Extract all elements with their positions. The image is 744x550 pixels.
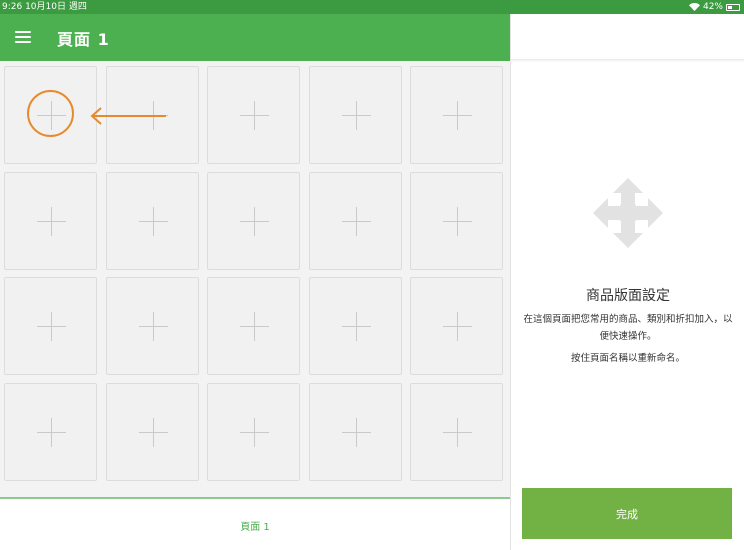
plus-icon-v <box>51 418 52 447</box>
status-bar: 9:26 10月10日 週四 42% <box>0 0 744 14</box>
empty-slot-add-button[interactable] <box>207 66 300 164</box>
menu-icon[interactable] <box>15 31 31 43</box>
empty-slot-add-button[interactable] <box>106 277 199 375</box>
done-button[interactable]: 完成 <box>522 488 732 539</box>
plus-icon-v <box>51 312 52 341</box>
empty-slot-add-button[interactable] <box>410 383 503 481</box>
page-tabs-bar: 頁面 1 <box>0 499 510 550</box>
panel-title: 商品版面設定 <box>586 288 670 304</box>
plus-icon-v <box>153 418 154 447</box>
empty-slot-add-button[interactable] <box>4 277 97 375</box>
plus-icon-v <box>254 207 255 236</box>
empty-slot-add-button[interactable] <box>410 66 503 164</box>
empty-slot-add-button[interactable] <box>207 172 300 270</box>
empty-slot-add-button[interactable] <box>410 277 503 375</box>
plus-icon-v <box>254 312 255 341</box>
plus-icon-v <box>51 207 52 236</box>
panel-header-divider <box>511 59 744 62</box>
wifi-icon <box>688 3 700 11</box>
page-tab-1[interactable]: 頁面 1 <box>215 518 295 533</box>
empty-slot-add-button[interactable] <box>4 383 97 481</box>
empty-slot-add-button[interactable] <box>207 277 300 375</box>
plus-icon-v <box>457 207 458 236</box>
empty-slot-add-button[interactable] <box>106 172 199 270</box>
plus-icon-v <box>457 101 458 130</box>
page-title: 頁面 1 <box>57 30 110 49</box>
plus-icon-v <box>153 101 154 130</box>
empty-slot-add-button[interactable] <box>309 383 402 481</box>
empty-slot-add-button[interactable] <box>410 172 503 270</box>
plus-icon-v <box>356 418 357 447</box>
plus-icon-v <box>457 418 458 447</box>
empty-slot-add-button[interactable] <box>207 383 300 481</box>
empty-slot-add-button[interactable] <box>309 172 402 270</box>
empty-slot-add-button[interactable] <box>106 66 199 164</box>
panel-description: 在這個頁面把您常用的商品、類別和折扣加入，以便快速操作。 <box>523 314 733 342</box>
plus-icon-v <box>254 101 255 130</box>
empty-slot-add-button[interactable] <box>106 383 199 481</box>
status-right: 42% <box>688 0 740 14</box>
empty-slot-add-button[interactable] <box>4 66 97 164</box>
empty-slot-add-button[interactable] <box>4 172 97 270</box>
empty-slot-add-button[interactable] <box>309 277 402 375</box>
battery-icon <box>726 3 740 11</box>
plus-icon-v <box>356 207 357 236</box>
plus-icon-v <box>254 418 255 447</box>
battery-percent: 42% <box>702 2 723 12</box>
plus-icon-v <box>356 312 357 341</box>
status-time-date: 9:26 10月10日 週四 <box>2 2 87 12</box>
move-arrows-icon <box>593 178 663 248</box>
plus-icon-v <box>356 101 357 130</box>
empty-slot-add-button[interactable] <box>309 66 402 164</box>
plus-icon-v <box>457 312 458 341</box>
top-app-bar: 頁面 1 <box>0 14 510 61</box>
layout-settings-panel: 商品版面設定 在這個頁面把您常用的商品、類別和折扣加入，以便快速操作。 按住頁面… <box>510 14 744 550</box>
product-layout-grid <box>0 61 510 497</box>
plus-icon-v <box>153 207 154 236</box>
panel-hint: 按住頁面名稱以重新命名。 <box>570 353 685 364</box>
plus-icon-v <box>51 101 52 130</box>
plus-icon-v <box>153 312 154 341</box>
